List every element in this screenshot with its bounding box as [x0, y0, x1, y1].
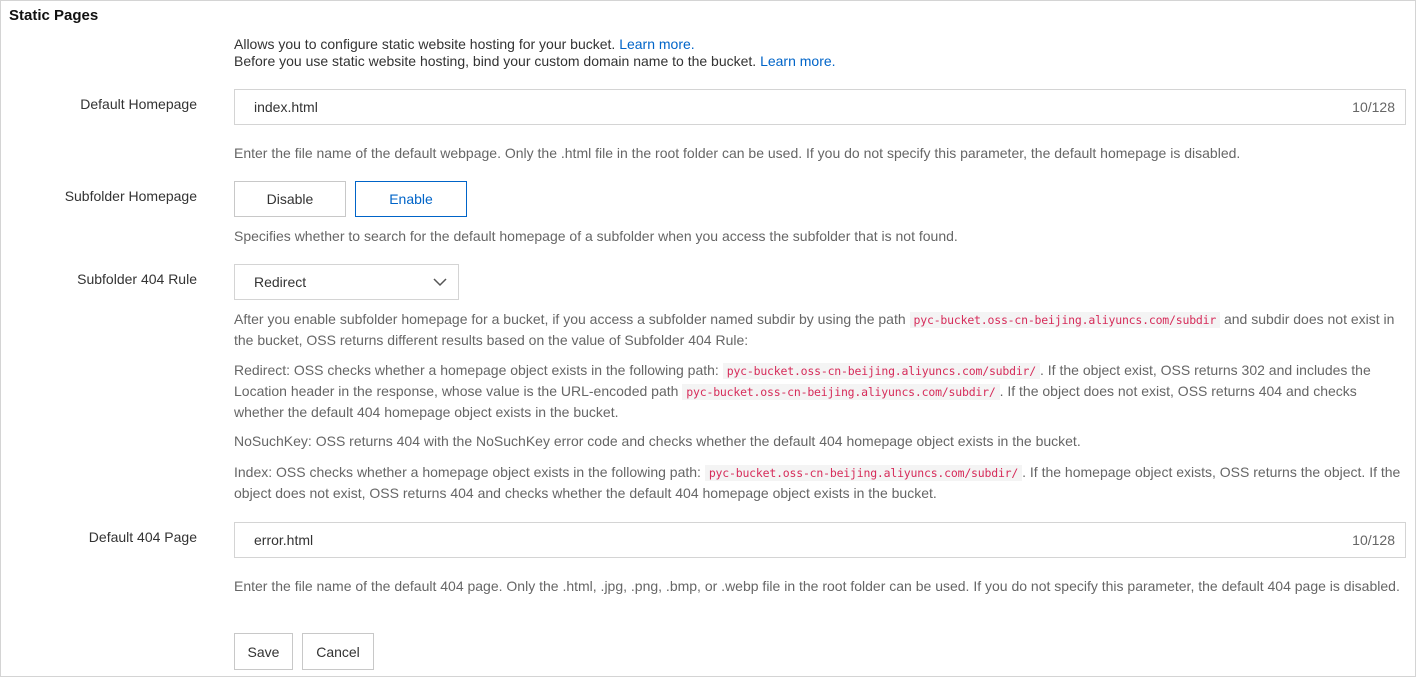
intro-line-1-text: Allows you to configure static website h… [234, 36, 616, 52]
default-404-page-counter: 10/128 [1352, 532, 1395, 548]
learn-more-link-2[interactable]: Learn more. [760, 53, 835, 69]
path-code: pyc-bucket.oss-cn-beijing.aliyuncs.com/s… [722, 363, 1041, 379]
default-homepage-help: Enter the file name of the default webpa… [234, 145, 1241, 161]
default-homepage-value[interactable]: index.html [254, 99, 318, 115]
subfolder-homepage-help: Specifies whether to search for the defa… [234, 228, 958, 244]
intro-line-2-text: Before you use static website hosting, b… [234, 53, 757, 69]
subfolder-404-rule-select[interactable]: Redirect [234, 264, 459, 300]
rule-desc-1a: After you enable subfolder homepage for … [234, 311, 906, 327]
rule-description-1: After you enable subfolder homepage for … [234, 309, 1406, 350]
rule-description-nosuchkey: NoSuchKey: OSS returns 404 with the NoSu… [234, 433, 1081, 449]
intro-line-1: Allows you to configure static website h… [234, 36, 836, 53]
rule-description-redirect: Redirect: OSS checks whether a homepage … [234, 360, 1406, 422]
rule-desc-4a: Index: OSS checks whether a homepage obj… [234, 464, 701, 480]
static-pages-panel: Static Pages Allows you to configure sta… [0, 0, 1416, 677]
default-404-page-label: Default 404 Page [88, 529, 197, 545]
path-code: pyc-bucket.oss-cn-beijing.aliyuncs.com/s… [909, 312, 1221, 328]
default-404-page-help: Enter the file name of the default 404 p… [234, 578, 1400, 594]
chevron-down-icon [433, 278, 447, 287]
path-code: pyc-bucket.oss-cn-beijing.aliyuncs.com/s… [682, 384, 1000, 400]
subfolder-404-rule-value: Redirect [254, 274, 307, 290]
intro-text: Allows you to configure static website h… [234, 36, 836, 70]
default-homepage-input[interactable]: index.html 10/128 [234, 89, 1406, 125]
path-code: pyc-bucket.oss-cn-beijing.aliyuncs.com/s… [704, 465, 1023, 481]
rule-desc-2a: Redirect: OSS checks whether a homepage … [234, 362, 719, 378]
default-homepage-counter: 10/128 [1352, 99, 1395, 115]
default-404-page-value[interactable]: error.html [254, 532, 313, 548]
intro-line-2: Before you use static website hosting, b… [234, 53, 836, 70]
cancel-button[interactable]: Cancel [302, 633, 374, 670]
subfolder-homepage-enable-button[interactable]: Enable [355, 181, 467, 217]
save-button[interactable]: Save [234, 633, 293, 670]
default-homepage-label: Default Homepage [80, 96, 197, 112]
default-404-page-input[interactable]: error.html 10/128 [234, 522, 1406, 558]
learn-more-link-1[interactable]: Learn more. [619, 36, 694, 52]
rule-description-index: Index: OSS checks whether a homepage obj… [234, 462, 1406, 503]
subfolder-homepage-label: Subfolder Homepage [64, 188, 197, 204]
subfolder-404-rule-label: Subfolder 404 Rule [77, 271, 197, 287]
panel-title: Static Pages [9, 7, 99, 24]
subfolder-homepage-disable-button[interactable]: Disable [234, 181, 346, 217]
